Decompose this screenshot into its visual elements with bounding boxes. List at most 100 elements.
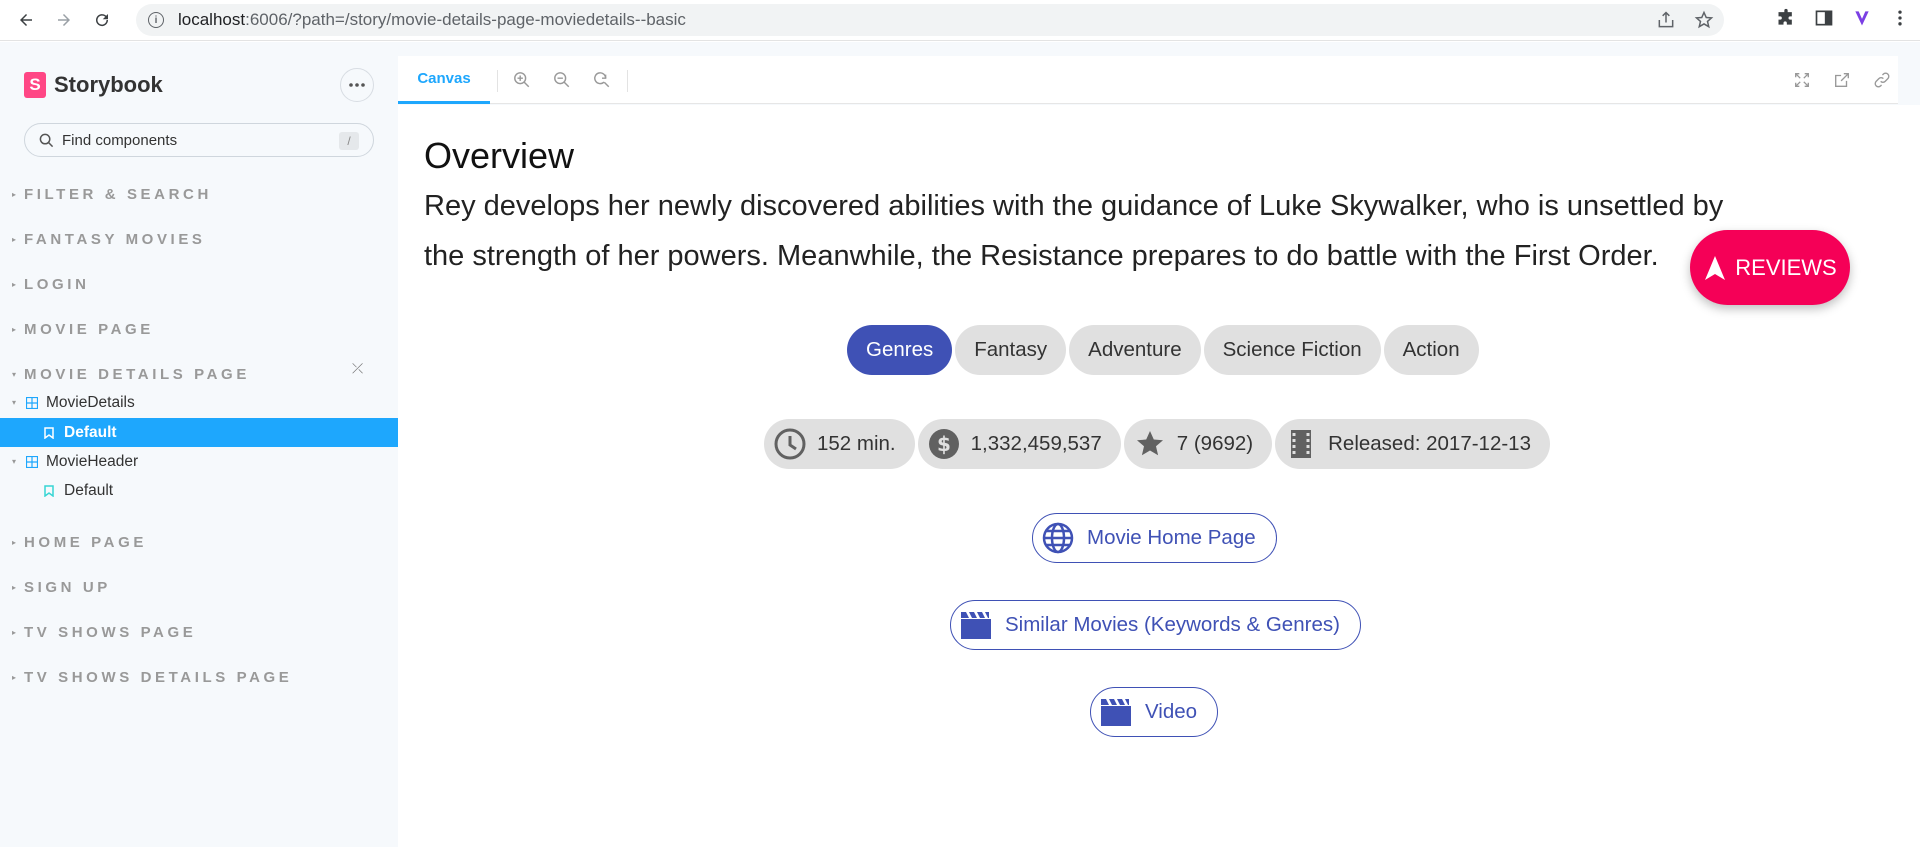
bookmark-icon: [44, 484, 54, 497]
tree-item-movieheader[interactable]: ▾ MovieHeader: [0, 447, 398, 476]
component-icon: [26, 455, 38, 468]
reload-button[interactable]: [90, 8, 114, 32]
movie-home-page-button[interactable]: Movie Home Page: [1032, 513, 1277, 563]
group-tv-shows-details-page[interactable]: ▸ TV SHOWS DETAILS PAGE: [12, 667, 292, 687]
zoom-in-icon: [514, 72, 530, 88]
group-label: FILTER & SEARCH: [24, 185, 212, 203]
group-fantasy-movies[interactable]: ▸ FANTASY MOVIES: [12, 229, 206, 249]
zoom-out-icon: [554, 72, 570, 88]
link-icon: [1874, 72, 1890, 88]
bookmark-icon: [44, 426, 54, 439]
tree-item-label: MovieHeader: [46, 452, 139, 470]
revenue-value: 1,332,459,537: [970, 432, 1102, 455]
story-canvas: Overview Rey develops her newly discover…: [398, 105, 1920, 847]
genres-chip-label: Genres: [847, 325, 953, 375]
site-info-icon[interactable]: i: [148, 12, 164, 28]
tree-item-moviedetails[interactable]: ▾ MovieDetails: [0, 388, 398, 417]
tree-item-label: MovieDetails: [46, 393, 135, 411]
tab-canvas[interactable]: Canvas: [398, 56, 490, 104]
group-label: FANTASY MOVIES: [24, 230, 206, 248]
search-input[interactable]: [62, 131, 322, 149]
group-label: MOVIE PAGE: [24, 320, 154, 338]
movie-facts-list: 152 min. $ 1,332,459,537 7 (9692) Releas…: [764, 419, 1550, 469]
share-icon[interactable]: [1656, 10, 1676, 30]
url-host: localhost: [178, 10, 246, 29]
open-new-tab-button[interactable]: [1832, 70, 1852, 90]
group-label: HOME PAGE: [24, 533, 147, 551]
revenue-chip: $ 1,332,459,537: [917, 419, 1121, 469]
globe-icon: [1042, 522, 1074, 554]
caret-down-icon: ▾: [12, 457, 17, 466]
preview-area: Canvas Overview Rey develops her newly d…: [398, 42, 1920, 847]
svg-text:$: $: [937, 432, 951, 456]
group-label: MOVIE DETAILS PAGE: [24, 365, 250, 383]
group-label: TV SHOWS DETAILS PAGE: [24, 668, 293, 686]
group-label: LOGIN: [24, 275, 90, 293]
genre-chip[interactable]: Adventure: [1069, 325, 1201, 375]
reviews-fab[interactable]: REVIEWS: [1690, 230, 1850, 305]
group-login[interactable]: ▸ LOGIN: [12, 274, 90, 294]
fullscreen-button[interactable]: [1792, 70, 1812, 90]
component-icon: [26, 396, 38, 409]
external-link-icon: [1835, 73, 1849, 87]
copy-link-button[interactable]: [1872, 70, 1892, 90]
group-movie-details-page[interactable]: ▾ MOVIE DETAILS PAGE: [12, 364, 250, 384]
zoom-reset-button[interactable]: [592, 70, 612, 90]
similar-movies-button[interactable]: Similar Movies (Keywords & Genres): [950, 600, 1361, 650]
tree-item-label: Default: [64, 423, 117, 441]
group-home-page[interactable]: ▸ HOME PAGE: [12, 532, 147, 552]
search-shortcut-hint: /: [339, 132, 359, 150]
zoom-out-button[interactable]: [552, 70, 572, 90]
group-movie-page[interactable]: ▸ MOVIE PAGE: [12, 319, 154, 339]
star-icon: [1136, 431, 1163, 456]
reload-icon: [96, 14, 109, 27]
address-bar[interactable]: i localhost:6006/?path=/story/movie-deta…: [136, 4, 1724, 36]
group-sign-up[interactable]: ▸ SIGN UP: [12, 577, 111, 597]
tree-item-moviedetails-default[interactable]: Default: [0, 418, 398, 447]
overview-line: the strength of her powers. Meanwhile, t…: [424, 240, 1659, 272]
dollar-icon: $: [928, 429, 959, 459]
zoom-in-button[interactable]: [512, 70, 532, 90]
storybook-logo-icon: S: [24, 72, 46, 98]
rating-value: 7 (9692): [1176, 432, 1254, 455]
more-vert-icon[interactable]: [1890, 8, 1910, 28]
component-search[interactable]: /: [24, 123, 374, 157]
back-button[interactable]: [14, 8, 38, 32]
forward-button[interactable]: [52, 8, 76, 32]
caret-right-icon: ▸: [12, 627, 17, 637]
caret-right-icon: ▸: [12, 537, 17, 547]
storybook-brand[interactable]: S Storybook: [24, 72, 163, 98]
video-button[interactable]: Video: [1090, 687, 1219, 737]
group-label: SIGN UP: [24, 578, 111, 596]
runtime-value: 152 min.: [817, 432, 896, 455]
genre-chip[interactable]: Science Fiction: [1203, 325, 1381, 375]
reviews-label: REVIEWS: [1735, 254, 1837, 280]
zoom-reset-icon: [594, 72, 610, 88]
sidebar-menu-button[interactable]: [340, 68, 374, 102]
collapse-all-icon[interactable]: ⤫: [352, 360, 363, 377]
genres-list: Genres Fantasy Adventure Science Fiction…: [847, 325, 1479, 375]
release-date-value: Released: 2017-12-13: [1328, 432, 1531, 455]
overview-line: Rey develops her newly discovered abilit…: [424, 190, 1724, 222]
caret-right-icon: ▸: [12, 324, 17, 334]
genre-chip[interactable]: Action: [1383, 325, 1479, 375]
caret-down-icon: ▾: [12, 398, 17, 407]
caret-right-icon: ▸: [12, 234, 17, 244]
group-tv-shows-page[interactable]: ▸ TV SHOWS PAGE: [12, 622, 196, 642]
divider: [497, 70, 498, 92]
extension-v-icon[interactable]: [1852, 8, 1872, 28]
star-bookmark-icon[interactable]: [1694, 10, 1714, 30]
canvas-toolbar: Canvas: [398, 56, 1898, 104]
rating-chip: 7 (9692): [1123, 419, 1273, 469]
release-chip: Released: 2017-12-13: [1275, 419, 1550, 469]
url-path: :6006/?path=/story/movie-details-page-mo…: [245, 10, 686, 29]
tree-item-movieheader-default[interactable]: Default: [0, 476, 398, 505]
genre-chip[interactable]: Fantasy: [955, 325, 1067, 375]
navigation-arrow-icon: [1705, 255, 1726, 280]
extensions-puzzle-icon[interactable]: [1776, 8, 1796, 28]
side-panel-icon[interactable]: [1814, 8, 1834, 28]
ellipsis-icon: [349, 83, 365, 87]
clock-icon: [774, 428, 806, 460]
overview-heading: Overview: [424, 135, 575, 176]
group-filter-search[interactable]: ▸ FILTER & SEARCH: [12, 184, 212, 204]
